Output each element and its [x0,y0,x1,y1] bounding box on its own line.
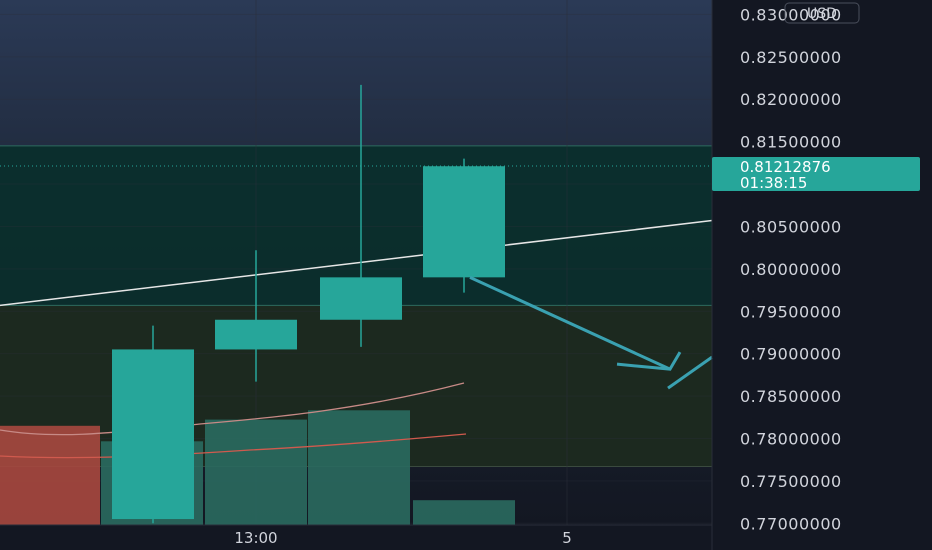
time-tick-label: 5 [562,529,572,547]
currency-label[interactable]: USD [807,6,837,22]
candle-body[interactable] [215,319,297,350]
volume-bar [205,419,307,525]
price-tick-label: 0.80500000 [740,217,842,236]
candle-body[interactable] [112,349,194,520]
price-tick-label: 0.82500000 [740,48,842,67]
volume-bar [0,425,100,525]
volume-bar [413,500,515,525]
price-tick-label: 0.81500000 [740,133,842,152]
price-tick-label: 0.80000000 [740,260,842,279]
price-chart[interactable]: 0.830000000.825000000.820000000.81500000… [0,0,932,550]
price-tick-label: 0.79000000 [740,345,842,364]
price-tick-label: 0.79500000 [740,302,842,321]
price-tick-label: 0.77500000 [740,472,842,491]
candle-body[interactable] [423,166,505,278]
time-tick-label: 13:00 [234,529,277,547]
volume-bar [308,410,410,525]
time-axis-background [0,525,712,550]
price-tick-label: 0.82000000 [740,90,842,109]
bar-countdown: 01:38:15 [740,174,807,192]
price-tick-label: 0.77000000 [740,514,842,533]
candle-body[interactable] [320,277,402,320]
chart-stage: 0.83000000 0.82500000 0.82000000 0.81500000… [0,0,932,550]
price-tick-label: 0.78500000 [740,387,842,406]
price-tick-label: 0.78000000 [740,429,842,448]
